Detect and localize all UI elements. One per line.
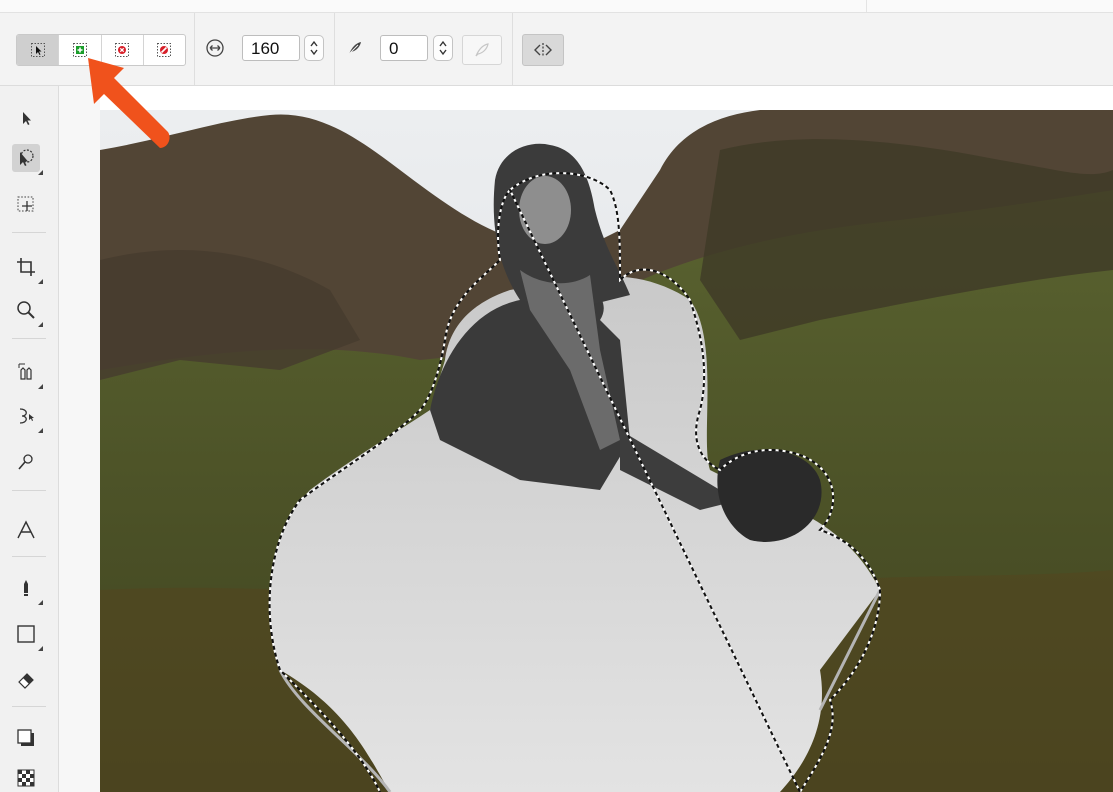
pick-tool[interactable] [12, 104, 40, 132]
option-divider [194, 13, 195, 85]
option-divider [512, 13, 513, 85]
window-top-strip [0, 0, 1113, 13]
new-selection-button[interactable] [17, 35, 60, 65]
transparency-tool[interactable] [12, 764, 40, 792]
text-tool-icon [17, 520, 35, 539]
rectangle-mask-tool[interactable] [12, 190, 40, 218]
tool-divider [12, 556, 46, 557]
tool-divider [12, 490, 46, 491]
tool-divider [12, 232, 46, 233]
tool-divider [12, 706, 46, 707]
zoom-tool-icon [17, 301, 35, 319]
canvas-margin [59, 86, 100, 792]
transparency-tool-icon [17, 769, 35, 787]
feather-input[interactable]: 0 [380, 35, 428, 61]
stepper-arrows-icon [439, 40, 447, 56]
eraser-tool[interactable] [12, 666, 40, 694]
shape-edit-tool[interactable] [12, 402, 43, 433]
brush-retouch-tool-icon [18, 454, 33, 470]
image-canvas[interactable] [100, 110, 1113, 792]
rectangle-mask-tool-icon [17, 196, 34, 212]
eyedropper-tool-icon [18, 363, 32, 380]
new-selection-icon [30, 43, 45, 57]
feather-disabled-icon [475, 43, 489, 57]
rectangle-tool-icon [17, 625, 35, 643]
paint-brush-tool[interactable] [12, 574, 43, 605]
crop-tool[interactable] [12, 253, 43, 284]
rectangle-tool[interactable] [12, 620, 43, 651]
feather-icon [345, 38, 365, 58]
drop-shadow-tool-icon [17, 729, 34, 746]
paint-brush-tool-icon [24, 580, 28, 596]
feather-stepper[interactable] [433, 35, 453, 61]
feather-direction-button[interactable] [462, 35, 502, 65]
eraser-tool-icon [18, 673, 34, 689]
toolbox [0, 86, 59, 792]
flip-selection-button[interactable] [522, 34, 564, 66]
annotation-arrow-icon [88, 58, 170, 148]
brush-retouch-tool[interactable] [12, 448, 40, 476]
brush-width-input[interactable]: 160 [242, 35, 300, 61]
drop-shadow-tool[interactable] [12, 724, 40, 752]
tool-divider [12, 338, 46, 339]
brush-width-stepper[interactable] [304, 35, 324, 61]
top-strip-divider [866, 0, 867, 12]
photo-image [100, 110, 1113, 792]
smart-selection-tool[interactable] [12, 144, 43, 175]
zoom-tool[interactable] [12, 296, 43, 327]
width-arrows-icon [204, 37, 226, 59]
crop-tool-icon [17, 258, 35, 276]
text-tool[interactable] [12, 516, 40, 544]
flip-selection-icon [534, 43, 552, 57]
smart-selection-tool-icon [20, 149, 34, 166]
pick-tool-icon [23, 112, 31, 125]
shape-edit-tool-icon [19, 408, 34, 424]
stepper-arrows-icon [310, 40, 318, 56]
eyedropper-tool[interactable] [12, 358, 43, 389]
option-divider [334, 13, 335, 85]
